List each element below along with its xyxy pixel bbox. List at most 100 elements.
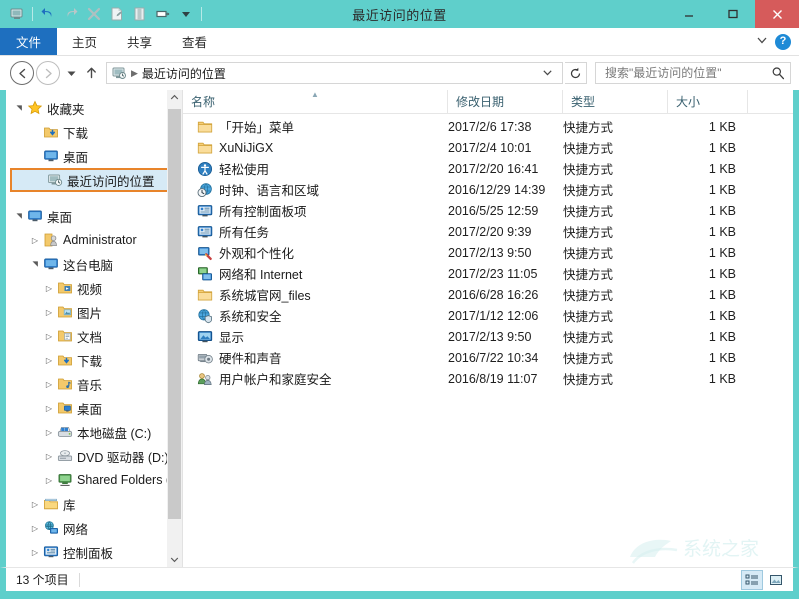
rename-icon[interactable] [152, 3, 174, 25]
table-row[interactable]: 系统和安全 2017/1/12 12:06 快捷方式 1 KB [183, 305, 793, 326]
properties-icon[interactable] [6, 3, 28, 25]
back-button[interactable] [10, 61, 34, 85]
file-name-cell[interactable]: 用户帐户和家庭安全 [183, 369, 448, 388]
chevron-expanded-icon[interactable]: ◢ [15, 209, 23, 223]
maximize-button[interactable] [711, 0, 755, 28]
chevron-expanded-icon[interactable]: ◢ [31, 257, 39, 271]
scroll-track[interactable] [167, 105, 182, 552]
chevron-down-icon[interactable] [756, 34, 768, 49]
navigation-scrollbar[interactable] [167, 90, 182, 567]
recent-locations-dropdown-icon[interactable] [62, 61, 80, 85]
chevron-collapsed-icon[interactable]: ▷ [42, 356, 56, 365]
sidebar-item-1[interactable]: 下载 [6, 120, 182, 144]
minimize-button[interactable] [667, 0, 711, 28]
large-icons-view-button[interactable] [765, 570, 787, 590]
column-header-size[interactable]: 大小 [668, 89, 748, 114]
chevron-collapsed-icon[interactable]: ▷ [42, 404, 56, 413]
file-name-cell[interactable]: 系统城官网_files [183, 285, 448, 304]
search-input[interactable] [603, 65, 770, 81]
delete-icon[interactable] [83, 3, 105, 25]
file-name-cell[interactable]: 「开始」菜单 [183, 117, 448, 136]
sidebar-item-5[interactable]: ▷ Administrator [6, 228, 182, 252]
sidebar-item-14[interactable]: ▷ DVD 驱动器 (D:) [6, 444, 182, 468]
sidebar-item-7[interactable]: ▷ 视频 [6, 276, 182, 300]
sidebar-item-10[interactable]: ▷ 下载 [6, 348, 182, 372]
scroll-down-icon[interactable] [167, 552, 182, 567]
sidebar-item-0[interactable]: ◢ 收藏夹 [6, 96, 182, 120]
chevron-collapsed-icon[interactable]: ▷ [28, 524, 42, 533]
tab-view[interactable]: 查看 [167, 28, 222, 55]
table-row[interactable]: 显示 2017/2/13 9:50 快捷方式 1 KB [183, 326, 793, 347]
sidebar-item-8[interactable]: ▷ 图片 [6, 300, 182, 324]
file-name-cell[interactable]: 轻松使用 [183, 159, 448, 178]
sidebar-item-2[interactable]: 桌面 [6, 144, 182, 168]
search-box[interactable] [595, 62, 791, 84]
chevron-collapsed-icon[interactable]: ▷ [42, 332, 56, 341]
chevron-collapsed-icon[interactable]: ▷ [42, 284, 56, 293]
sidebar-item-17[interactable]: ▷ 网络 [6, 516, 182, 540]
tab-home[interactable]: 主页 [57, 28, 112, 55]
sidebar-item-12[interactable]: ▷ 桌面 [6, 396, 182, 420]
file-name-cell[interactable]: 外观和个性化 [183, 243, 448, 262]
file-name-cell[interactable]: 硬件和声音 [183, 348, 448, 367]
sidebar-item-15[interactable]: ▷ Shared Folders (\ [6, 468, 182, 492]
column-header-name[interactable]: ▲ 名称 [183, 89, 448, 114]
table-row[interactable]: 轻松使用 2017/2/20 16:41 快捷方式 1 KB [183, 158, 793, 179]
address-dropdown-icon[interactable] [537, 67, 558, 80]
chevron-collapsed-icon[interactable]: ▷ [42, 428, 56, 437]
paste-icon[interactable] [129, 3, 151, 25]
sidebar-item-4[interactable]: ◢ 桌面 [6, 204, 182, 228]
tab-file[interactable]: 文件 [0, 28, 58, 55]
redo-icon[interactable] [60, 3, 82, 25]
chevron-expanded-icon[interactable]: ◢ [15, 101, 23, 115]
chevron-collapsed-icon[interactable]: ▷ [42, 308, 56, 317]
scroll-up-icon[interactable] [167, 90, 182, 105]
chevron-collapsed-icon[interactable]: ▷ [28, 548, 42, 557]
undo-icon[interactable] [37, 3, 59, 25]
column-header-date[interactable]: 修改日期 [448, 89, 563, 114]
file-name-cell[interactable]: 时钟、语言和区域 [183, 180, 448, 199]
file-name-cell[interactable]: 所有任务 [183, 222, 448, 241]
search-icon[interactable] [770, 66, 786, 80]
table-row[interactable]: 所有控制面板项 2016/5/25 12:59 快捷方式 1 KB [183, 200, 793, 221]
breadcrumb-separator-icon[interactable]: ▶ [131, 68, 138, 79]
chevron-collapsed-icon[interactable]: ▷ [42, 380, 56, 389]
chevron-collapsed-icon[interactable]: ▷ [42, 452, 56, 461]
sidebar-item-6[interactable]: ◢ 这台电脑 [6, 252, 182, 276]
help-icon[interactable]: ? [775, 33, 791, 50]
sidebar-item-selected[interactable]: 最近访问的位置 [10, 168, 174, 192]
new-folder-icon[interactable] [106, 3, 128, 25]
tab-share[interactable]: 共享 [112, 28, 167, 55]
chevron-collapsed-icon[interactable]: ▷ [28, 500, 42, 509]
sidebar-item-13[interactable]: ▷ 本地磁盘 (C:) [6, 420, 182, 444]
table-row[interactable]: 时钟、语言和区域 2016/12/29 14:39 快捷方式 1 KB [183, 179, 793, 200]
file-name-cell[interactable]: 系统和安全 [183, 306, 448, 325]
table-row[interactable]: 「开始」菜单 2017/2/6 17:38 快捷方式 1 KB [183, 116, 793, 137]
sidebar-item-11[interactable]: ▷ 音乐 [6, 372, 182, 396]
scroll-thumb[interactable] [168, 109, 181, 519]
details-view-button[interactable] [741, 570, 763, 590]
column-header-type[interactable]: 类型 [563, 89, 668, 114]
breadcrumb[interactable]: 最近访问的位置 [142, 65, 226, 82]
sidebar-item-18[interactable]: ▷ 控制面板 [6, 540, 182, 564]
file-name-cell[interactable]: 网络和 Internet [183, 264, 448, 283]
table-row[interactable]: 系统城官网_files 2016/6/28 16:26 快捷方式 1 KB [183, 284, 793, 305]
refresh-button[interactable] [565, 62, 587, 84]
file-name-cell[interactable]: 所有控制面板项 [183, 201, 448, 220]
file-name-cell[interactable]: XuNiJiGX [183, 140, 448, 156]
table-row[interactable]: 用户帐户和家庭安全 2016/8/19 11:07 快捷方式 1 KB [183, 368, 793, 389]
up-button[interactable] [82, 61, 100, 85]
address-input[interactable]: ▶ 最近访问的位置 [106, 62, 563, 84]
chevron-collapsed-icon[interactable]: ▷ [42, 476, 56, 485]
forward-button[interactable] [36, 61, 60, 85]
table-row[interactable]: 外观和个性化 2017/2/13 9:50 快捷方式 1 KB [183, 242, 793, 263]
customize-dropdown-icon[interactable] [175, 3, 197, 25]
file-name-cell[interactable]: 显示 [183, 327, 448, 346]
table-row[interactable]: 硬件和声音 2016/7/22 10:34 快捷方式 1 KB [183, 347, 793, 368]
sidebar-item-9[interactable]: ▷ 文档 [6, 324, 182, 348]
table-row[interactable]: 网络和 Internet 2017/2/23 11:05 快捷方式 1 KB [183, 263, 793, 284]
table-row[interactable]: 所有任务 2017/2/20 9:39 快捷方式 1 KB [183, 221, 793, 242]
table-row[interactable]: XuNiJiGX 2017/2/4 10:01 快捷方式 1 KB [183, 137, 793, 158]
sidebar-item-16[interactable]: ▷ 库 [6, 492, 182, 516]
close-button[interactable] [755, 0, 799, 28]
